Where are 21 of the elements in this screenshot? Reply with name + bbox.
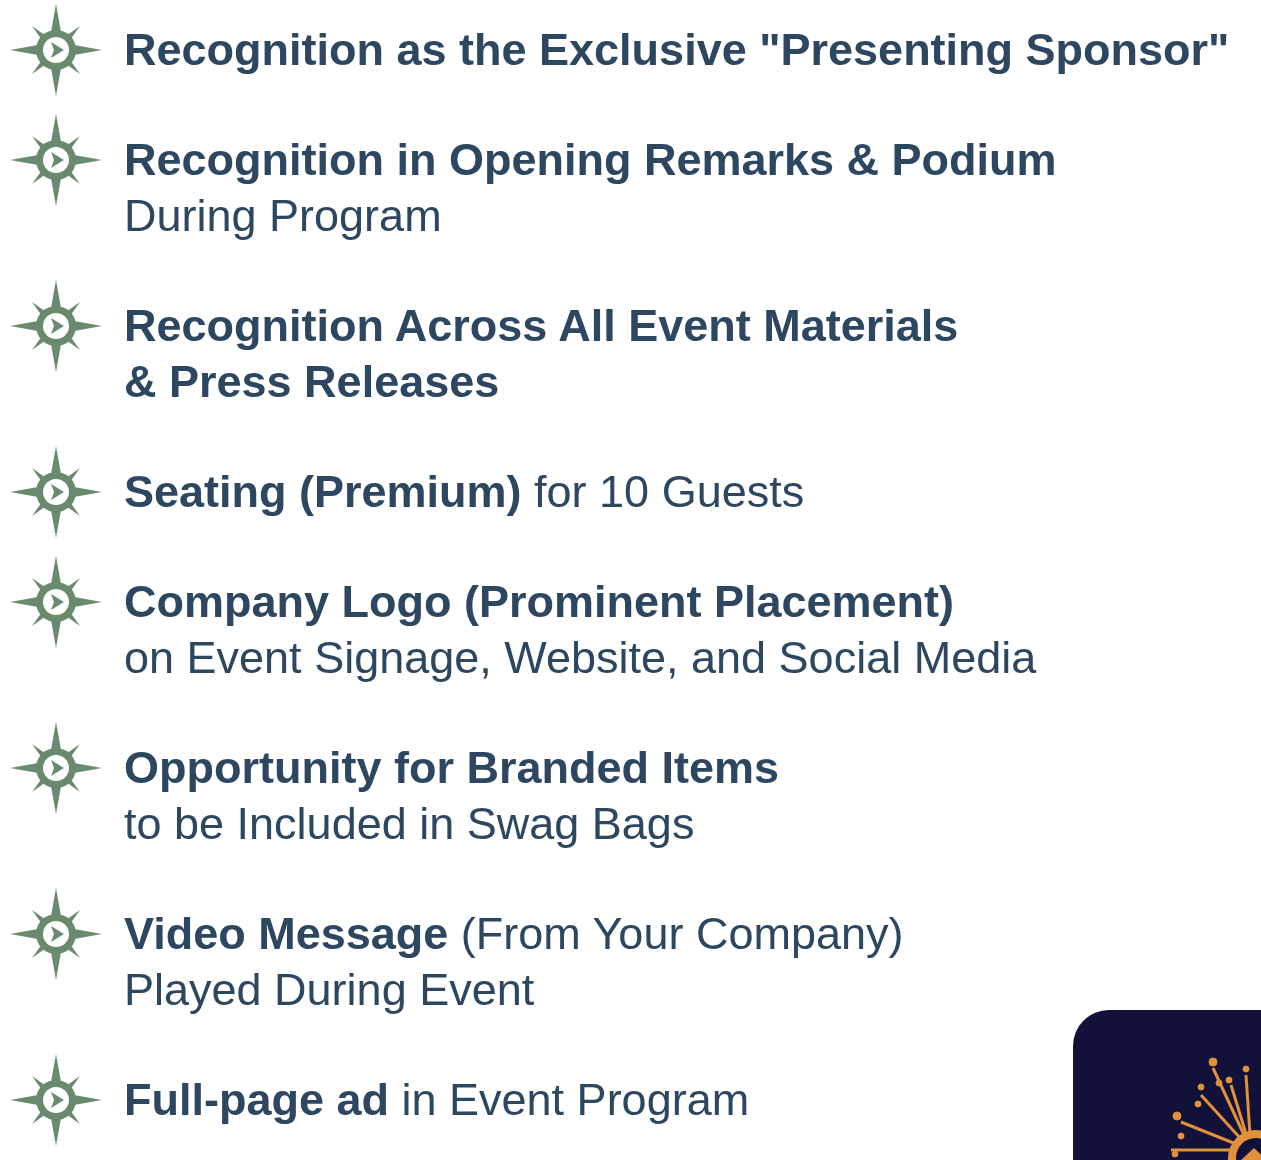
benefit-text: & Press Releases bbox=[124, 355, 501, 409]
compass-icon bbox=[10, 446, 102, 538]
compass-icon bbox=[10, 280, 102, 372]
benefit-text: Recognition Across All Event Materials bbox=[124, 299, 959, 353]
benefit-text: Full-page ad in Event Program bbox=[124, 1073, 750, 1127]
compass-icon bbox=[10, 4, 102, 96]
benefit-text: to be Included in Swag Bags bbox=[124, 797, 696, 851]
benefit-text: Video Message (From Your Company) bbox=[124, 907, 904, 961]
benefit-text: on Event Signage, Website, and Social Media bbox=[124, 631, 1037, 685]
benefit-text: Recognition as the Exclusive "Presenting Sponsor" bbox=[124, 23, 1230, 77]
compass-icon bbox=[10, 888, 102, 980]
benefit-text: Seating (Premium) for 10 Guests bbox=[124, 465, 805, 519]
compass-icon bbox=[10, 556, 102, 648]
compass-icon bbox=[10, 1054, 102, 1146]
benefit-text: Recognition in Opening Remarks & Podium bbox=[124, 133, 1057, 187]
compass-icon bbox=[10, 114, 102, 206]
benefit-text: Opportunity for Branded Items bbox=[124, 741, 780, 795]
benefit-text: During Program bbox=[124, 189, 443, 243]
benefit-text: Company Logo (Prominent Placement) bbox=[124, 575, 956, 629]
compass-icon bbox=[10, 722, 102, 814]
benefit-text: Played During Event bbox=[124, 963, 536, 1017]
